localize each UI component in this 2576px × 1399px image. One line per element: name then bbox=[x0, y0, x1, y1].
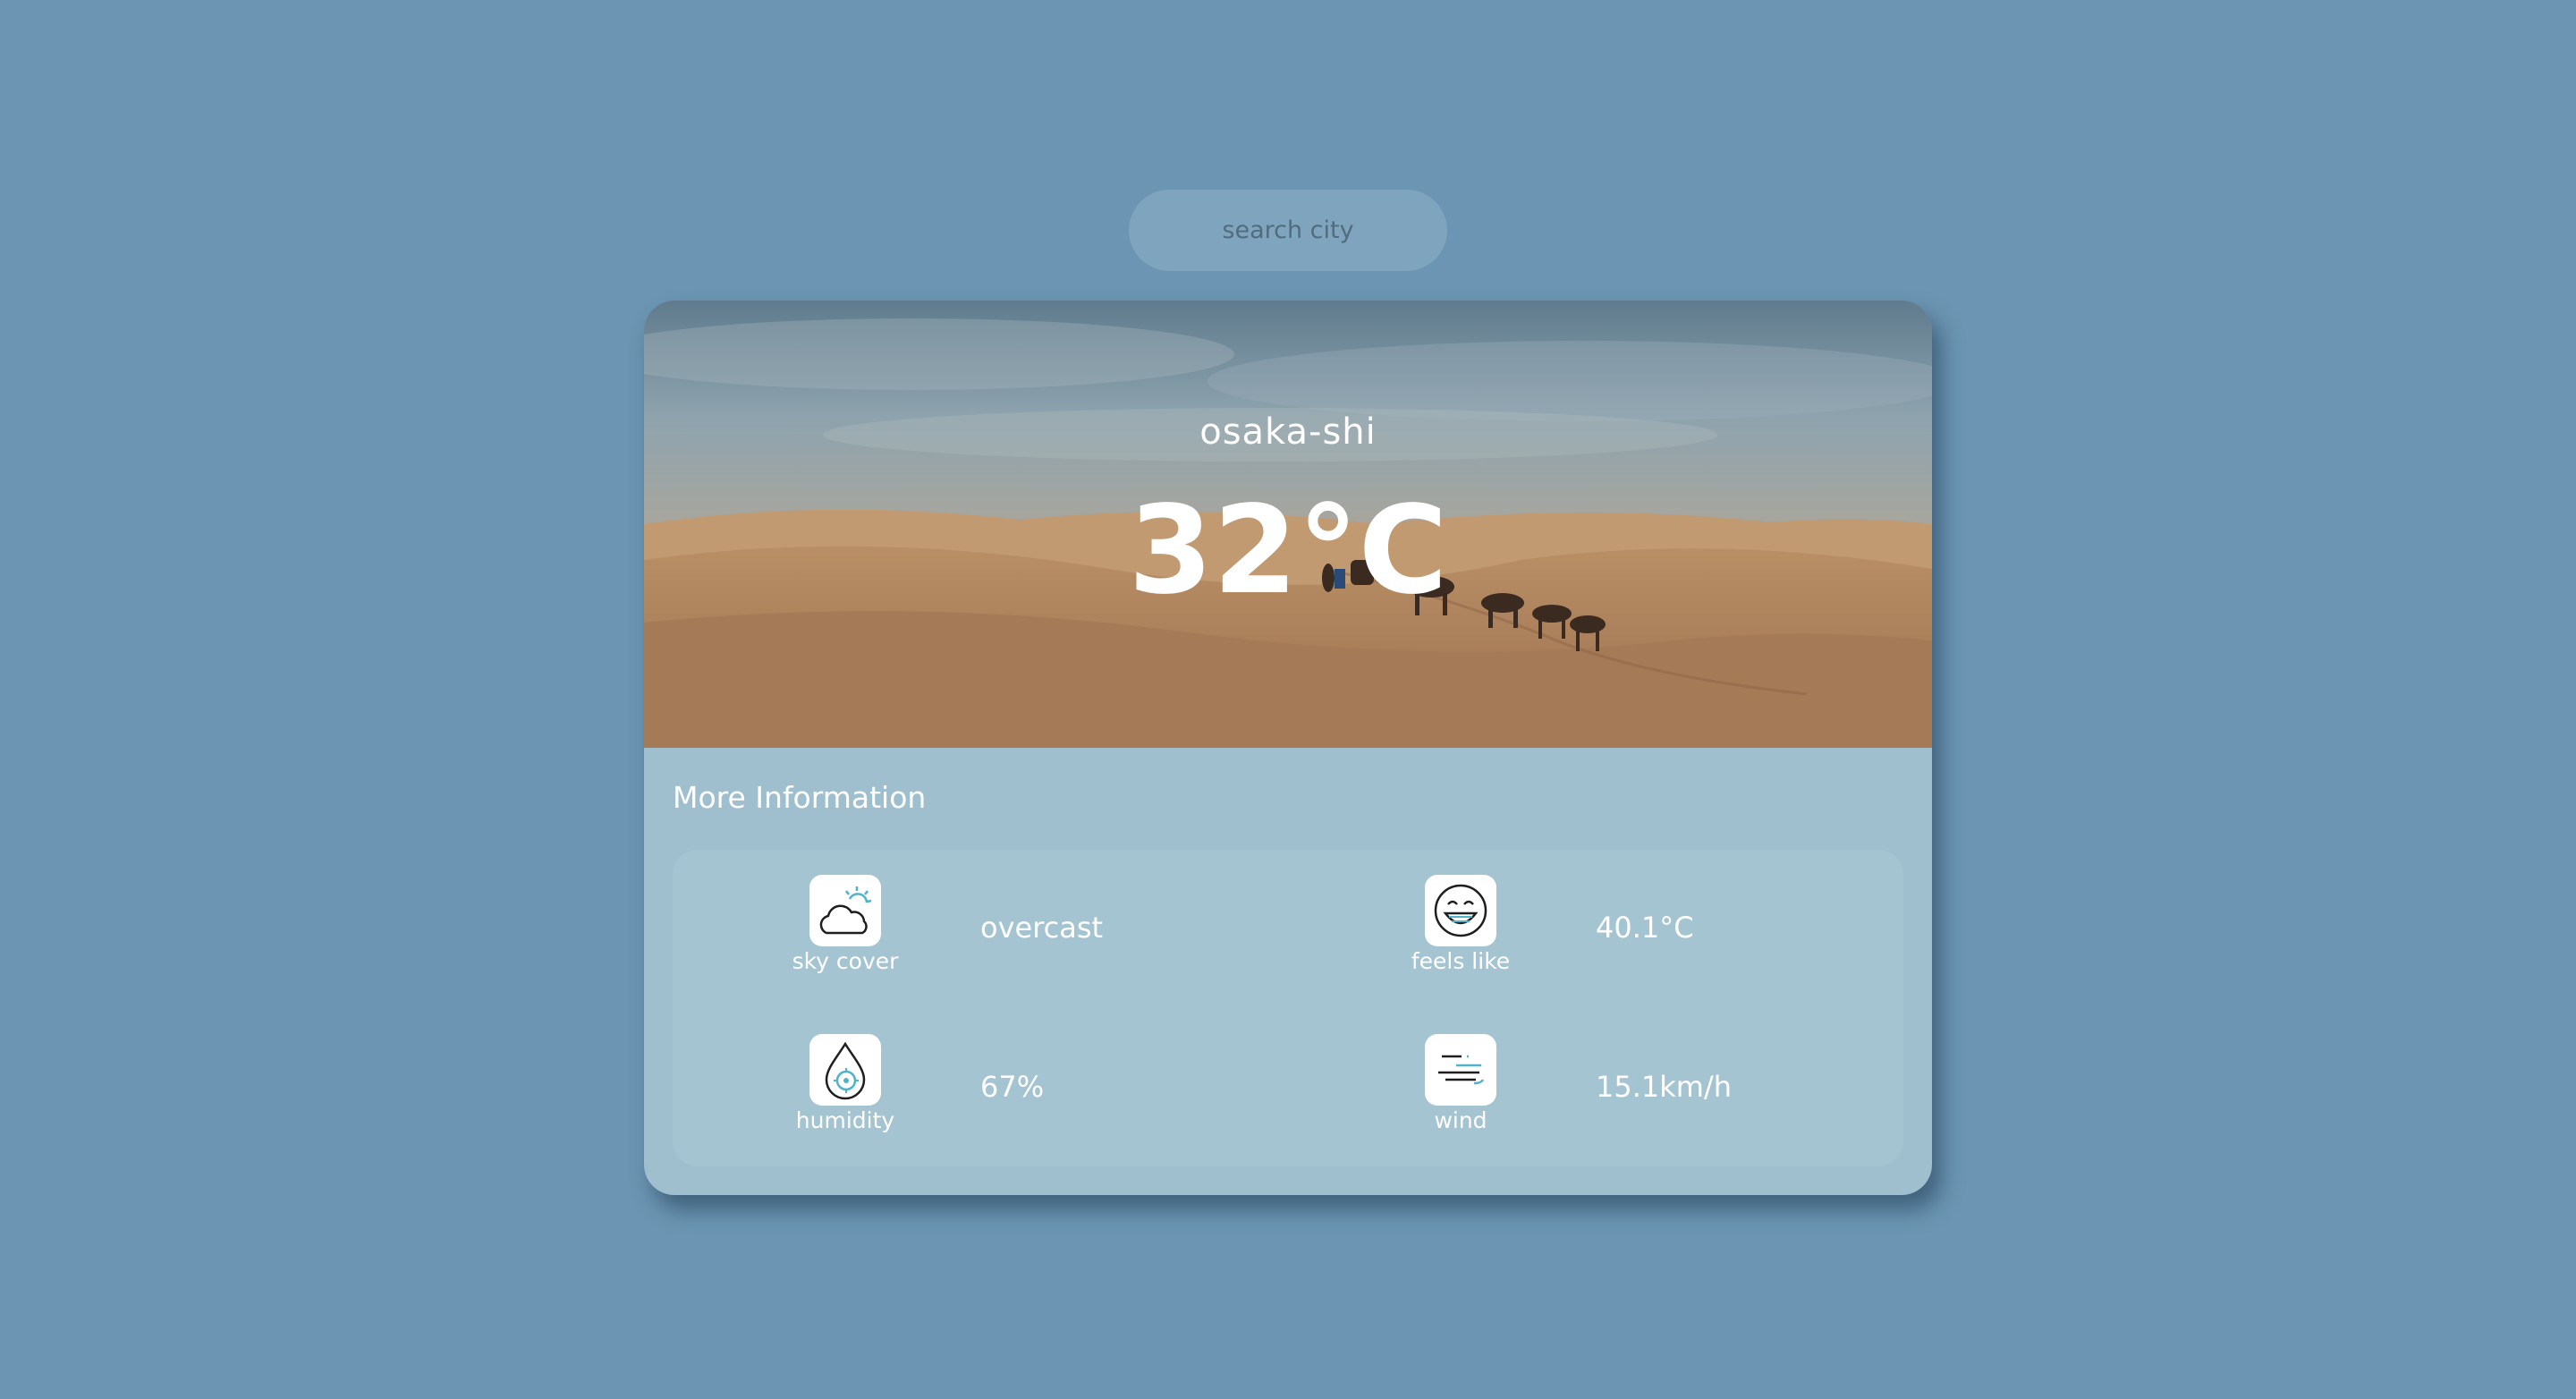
weather-card: osaka-shi 32°C More Information sky cove… bbox=[644, 301, 1932, 1195]
wind-value: 15.1km/h bbox=[1596, 1070, 1733, 1104]
stat-wind: wind bbox=[1370, 1034, 1549, 1141]
feels-like-label: feels like bbox=[1411, 948, 1511, 974]
wind-label: wind bbox=[1434, 1107, 1487, 1133]
details-panel: sky cover overcast feels like 40.1°C hum… bbox=[673, 850, 1903, 1166]
more-information-title: More Information bbox=[673, 780, 927, 815]
search-input[interactable] bbox=[1152, 202, 1424, 259]
stat-feels-like: feels like bbox=[1370, 875, 1549, 982]
humidity-label: humidity bbox=[795, 1107, 895, 1133]
smiley-face-icon bbox=[1425, 875, 1496, 946]
water-drop-icon bbox=[809, 1034, 881, 1106]
temperature: 32°C bbox=[1128, 480, 1448, 622]
hero-image: osaka-shi 32°C bbox=[644, 301, 1932, 748]
feels-like-value: 40.1°C bbox=[1596, 911, 1694, 945]
city-name: osaka-shi bbox=[1199, 411, 1377, 453]
wind-icon bbox=[1425, 1034, 1496, 1106]
cloud-sun-icon bbox=[809, 875, 881, 946]
sky-cover-label: sky cover bbox=[792, 948, 899, 974]
sky-cover-value: overcast bbox=[980, 911, 1104, 945]
stat-sky-cover: sky cover bbox=[755, 875, 934, 982]
stat-humidity: humidity bbox=[755, 1034, 934, 1141]
search-bar bbox=[1129, 190, 1447, 271]
weather-app: osaka-shi 32°C More Information sky c bbox=[0, 0, 2576, 1399]
humidity-value: 67% bbox=[980, 1070, 1045, 1104]
